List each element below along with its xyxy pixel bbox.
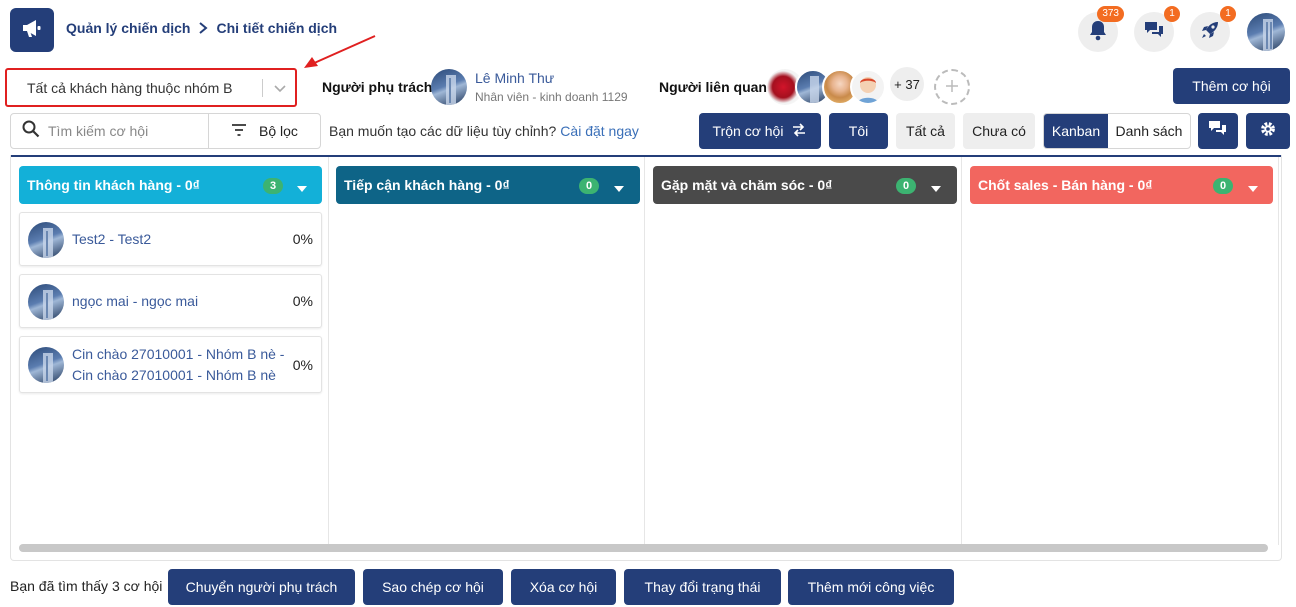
column-header-closing[interactable]: Chốt sales - Bán hàng - 0₫ 0 [970,166,1273,204]
delete-opportunity-button[interactable]: Xóa cơ hội [511,569,616,605]
column-title: Thông tin khách hàng - 0₫ [27,177,200,193]
custom-data-prompt: Bạn muốn tạo các dữ liệu tùy chỉnh? Cài đ… [329,123,639,139]
change-status-button[interactable]: Thay đổi trạng thái [624,569,781,605]
breadcrumb: Quản lý chiến dịch Chi tiết chiến dịch [66,20,337,36]
messages-button[interactable]: 1 [1134,6,1180,52]
chevron-down-icon[interactable] [273,81,287,97]
view-toggle: Kanban Danh sách [1043,113,1191,149]
view-kanban-button[interactable]: Kanban [1044,114,1108,148]
gear-icon [1259,120,1277,143]
launch-button[interactable]: 1 [1190,6,1236,52]
add-task-button[interactable]: Thêm mới công việc [788,569,954,605]
search-input[interactable]: Tìm kiếm cơ hội [48,123,208,139]
card-avatar [28,222,64,258]
add-opportunity-button[interactable]: Thêm cơ hội [1173,68,1290,104]
launch-badge: 1 [1220,6,1236,22]
card-avatar [28,284,64,320]
chevron-down-icon[interactable] [1248,180,1258,196]
filter-icon [231,123,247,140]
column-count-badge: 0 [579,178,600,194]
filter-me-button[interactable]: Tôi [829,113,888,149]
app-logo[interactable] [10,8,54,52]
search-filter-box: Tìm kiếm cơ hội Bộ lọc [10,113,321,149]
transfer-owner-button[interactable]: Chuyển người phụ trách [168,569,355,605]
rocket-icon [1199,19,1221,46]
comments-button[interactable] [1198,113,1238,149]
related-avatar-4[interactable] [850,69,886,105]
opportunity-card[interactable]: Test2 - Test2 0% [19,212,322,266]
results-count: Bạn đã tìm thấy 3 cơ hội [10,578,163,594]
column-title: Gặp mặt và chăm sóc - 0₫ [661,177,833,193]
bell-icon [1088,19,1108,46]
card-percent: 0% [292,293,313,309]
annotation-arrow-icon [300,34,380,79]
card-percent: 0% [292,357,313,373]
custom-data-link[interactable]: Cài đặt ngay [560,123,639,139]
opportunity-card[interactable]: Cin chào 27010001 - Nhóm B nè - Cin chào… [19,336,322,393]
shuffle-opportunities-button[interactable]: Trộn cơ hội [699,113,821,149]
chat-icon [1208,120,1228,143]
column-header-meeting[interactable]: Gặp mặt và chăm sóc - 0₫ 0 [653,166,957,204]
shuffle-label: Trộn cơ hội [712,123,784,139]
column-title: Tiếp cận khách hàng - 0₫ [344,177,510,193]
column-count-badge: 0 [896,178,917,194]
horizontal-scrollbar[interactable] [19,544,1268,552]
megaphone-icon [21,18,43,43]
card-title[interactable]: Test2 - Test2 [72,229,151,250]
view-list-button[interactable]: Danh sách [1108,114,1190,148]
chevron-right-icon [196,21,210,35]
customer-group-select[interactable]: Tất cả khách hàng thuộc nhóm B [5,68,297,107]
card-percent: 0% [292,231,313,247]
card-title-line-2: Cin chào 27010001 - Nhóm B nè [72,367,276,383]
select-divider [262,79,263,97]
filter-all-button[interactable]: Tất cả [896,113,955,149]
filter-button[interactable]: Bộ lọc [209,123,298,140]
plus-icon [945,76,959,99]
column-separator [644,157,645,545]
chevron-down-icon[interactable] [297,180,307,196]
related-more-count[interactable]: + 37 [890,67,924,101]
breadcrumb-campaigns[interactable]: Quản lý chiến dịch [66,20,190,36]
owner-title: Nhân viên - kinh doanh 1129 [475,90,628,104]
owner-name[interactable]: Lê Minh Thư [475,70,554,86]
notifications-badge: 373 [1097,6,1124,22]
chevron-down-icon[interactable] [614,180,624,196]
settings-button[interactable] [1246,113,1290,149]
customer-group-value: Tất cả khách hàng thuộc nhóm B [27,79,233,96]
chat-icon [1143,20,1165,45]
filter-none-button[interactable]: Chưa có [963,113,1035,149]
filter-label: Bộ lọc [259,123,298,139]
column-separator [328,157,329,545]
column-count-badge: 0 [1213,178,1234,194]
user-avatar[interactable] [1247,13,1285,51]
search-icon [22,120,40,143]
add-related-button[interactable] [934,69,970,105]
shuffle-icon [791,122,807,140]
column-header-customer-info[interactable]: Thông tin khách hàng - 0₫ 3 [19,166,322,204]
owner-label: Người phụ trách [322,79,433,95]
column-title: Chốt sales - Bán hàng - 0₫ [978,177,1153,193]
messages-badge: 1 [1164,6,1180,22]
notifications-button[interactable]: 373 [1078,6,1124,52]
column-header-approach[interactable]: Tiếp cận khách hàng - 0₫ 0 [336,166,640,204]
copy-opportunity-button[interactable]: Sao chép cơ hội [363,569,503,605]
card-title[interactable]: ngọc mai - ngọc mai [72,291,198,312]
related-label: Người liên quan [659,79,767,95]
owner-avatar[interactable] [431,69,467,105]
card-title-line-1: Cin chào 27010001 - Nhóm B nè - [72,346,285,362]
column-separator [1278,157,1279,545]
column-count-badge: 3 [263,178,284,194]
chevron-down-icon[interactable] [931,180,941,196]
opportunity-card[interactable]: ngọc mai - ngọc mai 0% [19,274,322,328]
card-title[interactable]: Cin chào 27010001 - Nhóm B nè - Cin chào… [72,344,284,386]
column-separator [961,157,962,545]
card-avatar [28,347,64,383]
custom-data-question: Bạn muốn tạo các dữ liệu tùy chỉnh? [329,123,557,139]
